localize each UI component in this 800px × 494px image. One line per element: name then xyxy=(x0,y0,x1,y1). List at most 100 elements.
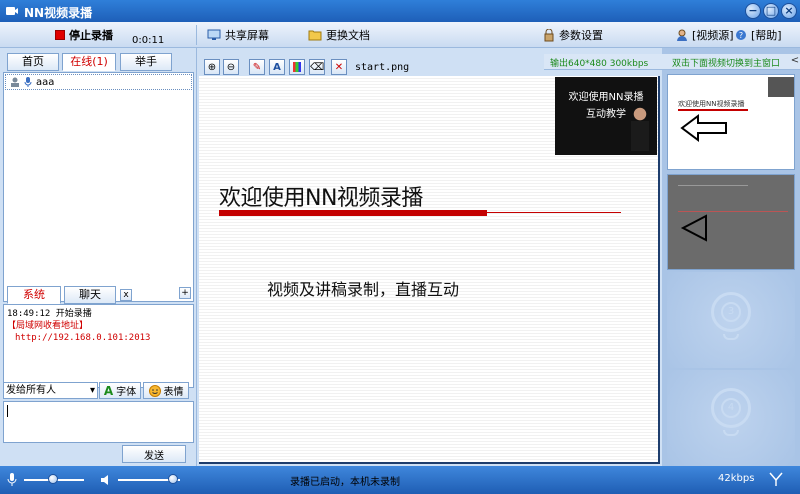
camera-placeholder-icon: 3 xyxy=(711,292,751,342)
text-tool-icon: A xyxy=(273,61,281,73)
collapse-panel-button[interactable]: < xyxy=(790,55,800,69)
eraser-icon: ⌫ xyxy=(309,61,325,73)
main-toolbar: 停止录播 0:0:11 共享屏幕 更换文档 参数设置 [视频源] ? [帮助] xyxy=(0,22,800,48)
zoom-in-icon: ⊕ xyxy=(207,61,217,73)
output-resolution: 输出640*480 300kbps xyxy=(550,59,649,69)
thumb-line xyxy=(678,185,748,186)
change-doc-button[interactable]: 更换文档 xyxy=(308,27,370,43)
help-button[interactable]: ? [帮助] xyxy=(735,27,782,43)
thumb-line xyxy=(678,211,788,212)
video-source-button[interactable]: [视频源] xyxy=(676,27,734,43)
status-message: 录播已启动，本机未录制 xyxy=(290,477,400,488)
chat-add-button[interactable]: + xyxy=(179,287,191,299)
clear-button[interactable]: ✕ xyxy=(331,59,347,75)
video-thumbnail-2[interactable] xyxy=(667,174,795,270)
stop-record-label: 停止录播 xyxy=(69,29,113,42)
help-label: [帮助] xyxy=(751,29,782,42)
share-screen-label: 共享屏幕 xyxy=(225,29,269,42)
zoom-out-icon: ⊖ xyxy=(226,61,236,73)
toolbar-divider xyxy=(196,25,197,45)
font-button[interactable]: A 字体 xyxy=(99,382,141,399)
folder-icon xyxy=(308,30,322,41)
video-thumbnail-1[interactable]: 欢迎使用NN视频录播 xyxy=(667,74,795,170)
font-button-label: 字体 xyxy=(116,387,137,398)
maximize-button[interactable]: □ xyxy=(763,3,779,19)
triangle-left-icon xyxy=(680,214,707,242)
color-palette-icon xyxy=(293,62,301,72)
tab-chat[interactable]: 聊天 xyxy=(64,286,116,304)
user-status-icon xyxy=(11,77,19,87)
slide-canvas[interactable]: 欢迎使用NN录播 互动教学 欢迎使用NN视频录播 视频及讲稿录制，直播互动 xyxy=(199,76,658,462)
text-caret xyxy=(7,405,8,417)
log-line: 18:49:12 开始录播 xyxy=(7,309,92,319)
camera-stand xyxy=(723,430,739,436)
speaker-icon xyxy=(101,475,108,485)
camera-placeholder-icon: 4 xyxy=(711,388,751,438)
network-signal-icon xyxy=(769,472,783,486)
online-user-list: aaa xyxy=(3,72,194,302)
app-logo-icon xyxy=(6,7,18,15)
system-message-log: 18:49:12 开始录播 【局域网收看地址】 http://192.168.0… xyxy=(3,304,194,388)
bitrate-readout: 42kbps xyxy=(718,473,755,484)
settings-icon xyxy=(544,28,554,41)
monitor-icon xyxy=(207,29,221,40)
switch-hint: 双击下面视频切换到主窗口 xyxy=(672,59,781,69)
slide-subtitle: 视频及讲稿录制，直播互动 xyxy=(267,280,460,299)
video-source-label: [视频源] xyxy=(692,29,734,42)
slide-underline-bar xyxy=(219,210,487,216)
settings-button[interactable]: 参数设置 xyxy=(543,27,603,43)
tab-home[interactable]: 首页 xyxy=(7,53,59,71)
video-slot-3[interactable]: 3 xyxy=(667,272,795,368)
settings-label: 参数设置 xyxy=(559,29,603,42)
arrow-left-icon xyxy=(680,114,727,142)
microphone-icon xyxy=(24,77,32,87)
title-bar: NN视频录播 − □ × xyxy=(0,0,800,22)
chevron-down-icon: ▾ xyxy=(89,385,95,396)
video-slot-4[interactable]: 4 xyxy=(667,370,795,466)
slide-frame: 欢迎使用NN录播 互动教学 欢迎使用NN视频录播 视频及讲稿录制，直播互动 xyxy=(199,76,660,464)
status-bar: 录播已启动，本机未录制 42kbps xyxy=(0,466,800,494)
message-input[interactable] xyxy=(3,401,194,443)
pen-icon: ✎ xyxy=(252,61,262,73)
video-preview[interactable]: 欢迎使用NN录播 互动教学 xyxy=(555,77,657,155)
mic-volume-slider[interactable] xyxy=(48,474,58,484)
user-icon xyxy=(677,29,687,41)
thumb-video-preview xyxy=(768,77,794,97)
emoji-button[interactable]: 表情 xyxy=(143,382,189,399)
camera-stand xyxy=(723,334,739,340)
send-to-select[interactable]: 发给所有人 ▾ xyxy=(3,382,98,399)
tab-raise-hand[interactable]: 举手 xyxy=(120,53,172,71)
chat-close-button[interactable]: x xyxy=(120,289,132,301)
help-icon: ? xyxy=(736,30,746,40)
font-icon: A xyxy=(103,383,114,398)
pen-tool-button[interactable]: ✎ xyxy=(249,59,265,75)
emoji-button-label: 表情 xyxy=(163,387,184,398)
share-screen-button[interactable]: 共享屏幕 xyxy=(207,27,269,43)
current-file-name: start.png xyxy=(355,62,410,73)
lan-url-link[interactable]: http://192.168.0.101:2013 xyxy=(7,332,190,344)
tab-system[interactable]: 系统 xyxy=(7,286,61,304)
video-thumbnail-panel: 输出640*480 300kbps 双击下面视频切换到主窗口 < 欢迎使用NN视… xyxy=(544,48,800,466)
send-button-label: 发送 xyxy=(144,450,164,462)
user-list-item[interactable]: aaa xyxy=(5,74,192,90)
user-name: aaa xyxy=(36,76,55,88)
tab-online[interactable]: 在线(1) xyxy=(62,53,116,71)
camera-slot-number: 4 xyxy=(721,398,741,418)
video-text-line: 欢迎使用NN录播 xyxy=(568,92,644,103)
send-button[interactable]: 发送 xyxy=(122,445,186,463)
eraser-button[interactable]: ⌫ xyxy=(309,59,325,75)
microphone-icon xyxy=(7,473,17,486)
send-to-value: 发给所有人 xyxy=(6,385,56,396)
stop-icon xyxy=(55,30,65,40)
smiley-icon xyxy=(148,384,161,397)
close-button[interactable]: × xyxy=(781,3,797,19)
zoom-in-button[interactable]: ⊕ xyxy=(204,59,220,75)
left-panel: 首页 在线(1) 举手 aaa 系统 聊天 x + 18:49:12 开始录播 … xyxy=(0,48,197,466)
minimize-button[interactable]: − xyxy=(745,3,761,19)
zoom-out-button[interactable]: ⊖ xyxy=(223,59,239,75)
speaker-volume-slider[interactable] xyxy=(168,474,178,484)
stop-record-button[interactable]: 停止录播 xyxy=(55,27,113,43)
color-tool-button[interactable] xyxy=(289,59,305,75)
presenter-figure xyxy=(631,107,649,151)
text-tool-button[interactable]: A xyxy=(269,59,285,75)
